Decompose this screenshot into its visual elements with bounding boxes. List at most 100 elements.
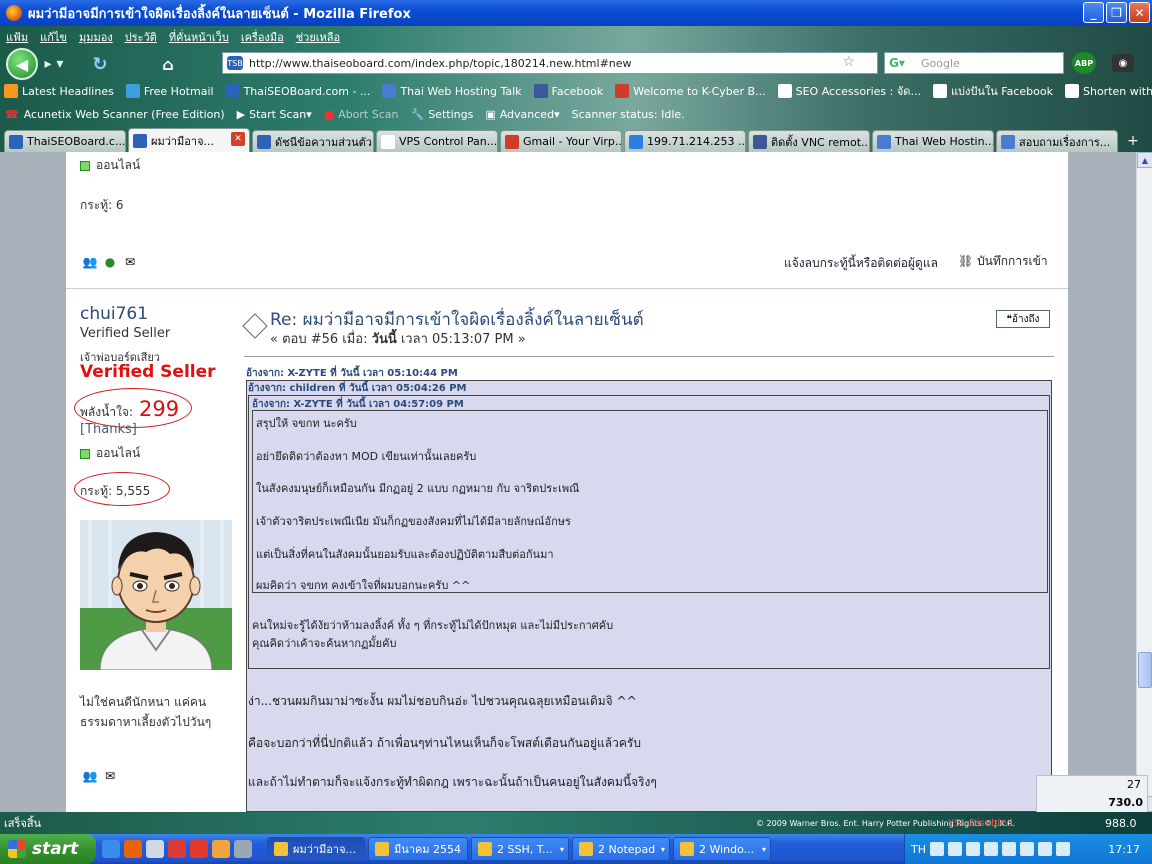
scroll-up-icon[interactable]: ▲ (1137, 152, 1152, 168)
forum-page: ออนไลน์ กระทู้: 6 👥 ● ✉ แจ้งลบกระทู้นี้ห… (66, 152, 1068, 812)
url-bar[interactable]: TSB http://www.thaiseoboard.com/index.ph… (222, 52, 878, 74)
menu-edit[interactable]: แก้ไข (34, 28, 73, 46)
tab-label: Gmail - Your Virp... (523, 135, 622, 148)
bookmark-item[interactable]: Latest Headlines (4, 84, 114, 98)
menu-file[interactable]: แฟ้ม (0, 28, 34, 46)
home-icon[interactable]: ⌂ (154, 50, 182, 78)
quote-line: คุณคิดว่าเค้าจะค้นหากฏมั้ยคับ (252, 637, 397, 650)
google-icon[interactable]: G▾ (889, 56, 905, 70)
quote-header-2[interactable]: อ้างจาก: children ที่ วันนี้ เวลา 05:04:… (248, 381, 467, 396)
media-icon[interactable] (168, 840, 186, 858)
browser-chrome: แฟ้ม แก้ไข มุมมอง ประวัติ ที่คั่นหน้าเว็… (0, 26, 1152, 152)
bookmark-item[interactable]: ThaiSEOBoard.com - ... (225, 84, 370, 98)
prev-online-status: ออนไลน์ (80, 156, 140, 175)
menu-history[interactable]: ประวัติ (119, 28, 163, 46)
windows-taskbar: start ผมว่ามีอาจ... มีนาคม 2554 2 SSH, T..… (0, 834, 1152, 864)
log-link[interactable]: ⛓ บันทึกการเข้า (958, 252, 1048, 271)
bookmark-item[interactable]: Free Hotmail (125, 84, 214, 98)
quote-header-1[interactable]: อ้างจาก: X-ZYTE ที่ วันนี้ เวลา 05:10:44… (246, 366, 458, 381)
filezilla-icon[interactable] (190, 840, 208, 858)
bookmark-item[interactable]: Thai Web Hosting Talk (382, 84, 522, 98)
bookmark-item[interactable]: Shorten with bit.ly (1064, 84, 1152, 98)
bookmark-favicon-icon (1064, 84, 1079, 98)
taskbar-button[interactable]: มีนาคม 2554 (368, 837, 468, 861)
taskbar-button[interactable]: 2 SSH, T... ▾ (471, 837, 569, 861)
tray-icon[interactable] (948, 842, 962, 856)
app-icon[interactable] (212, 840, 230, 858)
quote-line: สรุปให้ จขกท นะครับ (256, 417, 357, 430)
forward-button[interactable]: ▸ ▾ (40, 50, 68, 78)
search-input[interactable]: G▾ Google (884, 52, 1064, 74)
start-label: start (32, 839, 79, 859)
settings-button[interactable]: 🔧 Settings (410, 108, 473, 121)
reload-icon[interactable]: ↻ (86, 50, 114, 78)
bookmark-item[interactable]: Welcome to K-Cyber B... (615, 84, 766, 98)
browser-tab[interactable]: ดัชนีข้อความส่วนตัว (252, 130, 374, 152)
language-indicator[interactable]: TH (911, 843, 926, 856)
browser-tab[interactable]: สอบถามเรื่องการ... (996, 130, 1118, 152)
report-link[interactable]: แจ้งลบกระทู้นี้หรือติดต่อผู้ดูแล (784, 254, 938, 273)
menu-help[interactable]: ช่วยเหลือ (290, 28, 346, 46)
taskbar-button[interactable]: ผมว่ามีอาจ... (267, 837, 365, 861)
tray-icon[interactable] (930, 842, 944, 856)
tray-icon[interactable] (1056, 842, 1070, 856)
task-app-icon (478, 842, 492, 856)
browser-tab[interactable]: Thai Web Hostin... (872, 130, 994, 152)
tab-favicon-icon (381, 134, 395, 149)
menu-bookmarks[interactable]: ที่คั่นหน้าเว็บ (163, 28, 235, 46)
menu-tools[interactable]: เครื่องมือ (235, 28, 290, 46)
start-scan-button[interactable]: ▶ Start Scan ▾ (237, 108, 312, 121)
adblock-icon[interactable]: ABP (1072, 52, 1096, 74)
quote-line: แต่เป็นสิ่งที่คนในสังคมนั้นยอมรับและต้อง… (256, 548, 554, 561)
browser-tab[interactable]: Gmail - Your Virp... (500, 130, 622, 152)
advanced-button[interactable]: ▣ Advanced ▾ (485, 108, 559, 121)
network-monitor-top: 27 (1127, 778, 1141, 791)
start-button[interactable]: start (0, 834, 96, 864)
ie-icon[interactable] (102, 840, 120, 858)
pm-icon[interactable]: ✉ (122, 254, 138, 270)
browser-tab[interactable]: ติดตั้ง VNC remot... (748, 130, 870, 152)
thanks-link[interactable]: [Thanks] (80, 422, 137, 437)
abort-scan-label: Abort Scan (338, 107, 399, 121)
browser-tab[interactable]: ThaiSEOBoard.c... (4, 130, 126, 152)
browser-tab[interactable]: ผมว่ามีอาจ... ✕ (128, 128, 250, 152)
close-button[interactable]: ✕ (1129, 2, 1150, 23)
new-tab-button[interactable]: + (1122, 130, 1144, 152)
author-pm-icon[interactable]: ✉ (102, 768, 118, 784)
app2-icon[interactable] (234, 840, 252, 858)
acunetix-app-label[interactable]: ☎ Acunetix Web Scanner (Free Edition) (0, 108, 225, 121)
tray-icon[interactable] (1038, 842, 1052, 856)
screenshot-camera-icon[interactable]: ◉ (1112, 54, 1134, 72)
bookmark-item[interactable]: แบ่งปันใน Facebook (932, 82, 1053, 100)
post-author[interactable]: chui761 (80, 304, 148, 324)
abort-scan-button[interactable]: ■ Abort Scan (324, 108, 399, 121)
stop-icon: ■ (323, 107, 335, 121)
taskbar-button[interactable]: 2 Notepad ▾ (572, 837, 670, 861)
vertical-scrollbar[interactable]: ▲ ▼ (1136, 152, 1152, 812)
desktop-icon[interactable] (146, 840, 164, 858)
tray-icon[interactable] (966, 842, 980, 856)
firefox-quicklaunch-icon[interactable] (124, 840, 142, 858)
browser-tab[interactable]: 199.71.214.253 ... (624, 130, 746, 152)
bookmark-star-icon[interactable]: ☆ (842, 54, 855, 70)
bookmark-item[interactable]: Facebook (533, 84, 603, 98)
author-profile-icon[interactable]: 👥 (82, 768, 98, 784)
menu-view[interactable]: มุมมอง (73, 28, 119, 46)
tab-close-icon[interactable]: ✕ (231, 132, 245, 146)
browser-tab[interactable]: VPS Control Pan... (376, 130, 498, 152)
window-title: ผมว่ามีอาจมีการเข้าใจผิดเรื่องลิ้งค์ในลา… (28, 6, 411, 22)
scroll-thumb[interactable] (1138, 652, 1152, 688)
taskbar-button[interactable]: 2 Windo... ▾ (673, 837, 771, 861)
website-globe-icon[interactable]: ● (102, 254, 118, 270)
tab-favicon-icon (133, 133, 147, 148)
quote-button[interactable]: ❝ อ้างถึง (996, 310, 1050, 328)
tray-icon[interactable] (984, 842, 998, 856)
tray-icon[interactable] (1020, 842, 1034, 856)
profile-icon[interactable]: 👥 (82, 254, 98, 270)
maximize-button[interactable]: ❐ (1106, 2, 1127, 23)
back-button[interactable]: ◀ (6, 48, 38, 80)
minimize-button[interactable]: _ (1083, 2, 1104, 23)
tray-icon[interactable] (1002, 842, 1016, 856)
bookmark-item[interactable]: SEO Accessories : จัด... (777, 82, 921, 100)
bookmark-label: SEO Accessories : จัด... (795, 85, 921, 98)
